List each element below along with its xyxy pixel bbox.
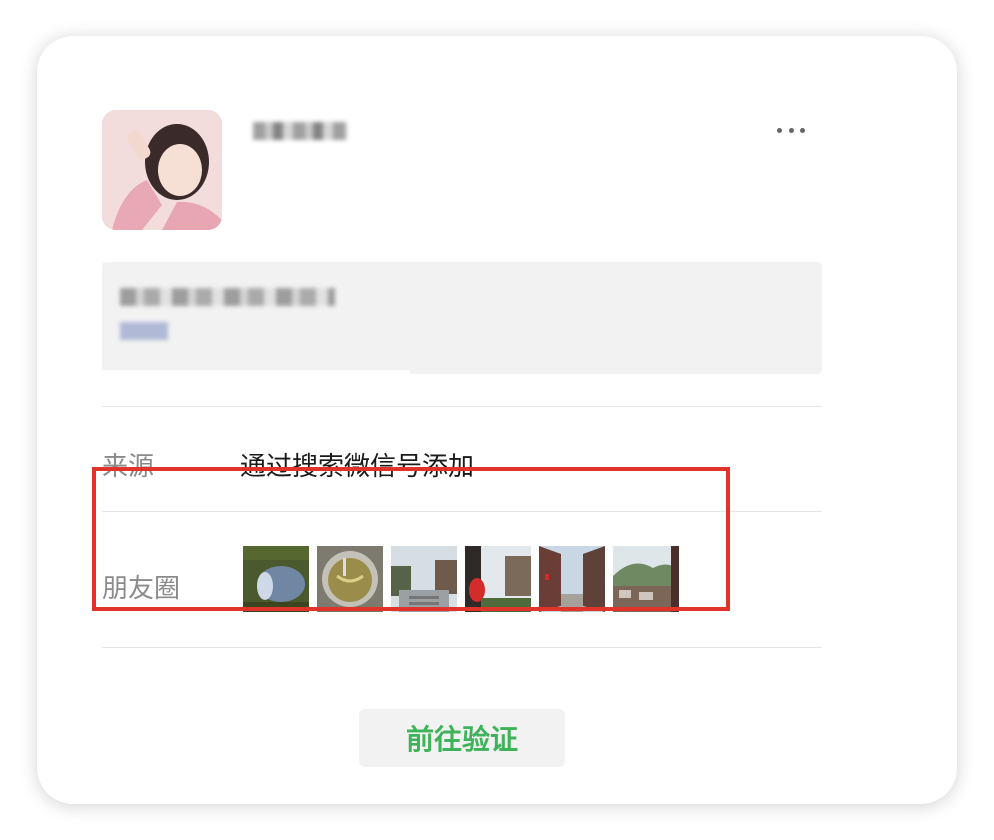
info-text-blurred bbox=[120, 288, 335, 306]
divider bbox=[102, 406, 822, 407]
info-divider-mask bbox=[102, 370, 410, 378]
verify-button[interactable]: 前往验证 bbox=[359, 709, 565, 767]
nickname-blurred bbox=[253, 122, 347, 140]
divider bbox=[102, 647, 822, 648]
avatar-photo-icon bbox=[102, 110, 222, 230]
profile-info-box bbox=[102, 262, 822, 378]
avatar[interactable] bbox=[102, 110, 222, 230]
info-subtext-blurred bbox=[120, 322, 168, 340]
profile-card: 来源 通过搜索微信号添加 朋友圈 前往验证 bbox=[37, 36, 957, 804]
highlight-box bbox=[92, 467, 730, 611]
more-dots-icon[interactable] bbox=[777, 124, 805, 136]
